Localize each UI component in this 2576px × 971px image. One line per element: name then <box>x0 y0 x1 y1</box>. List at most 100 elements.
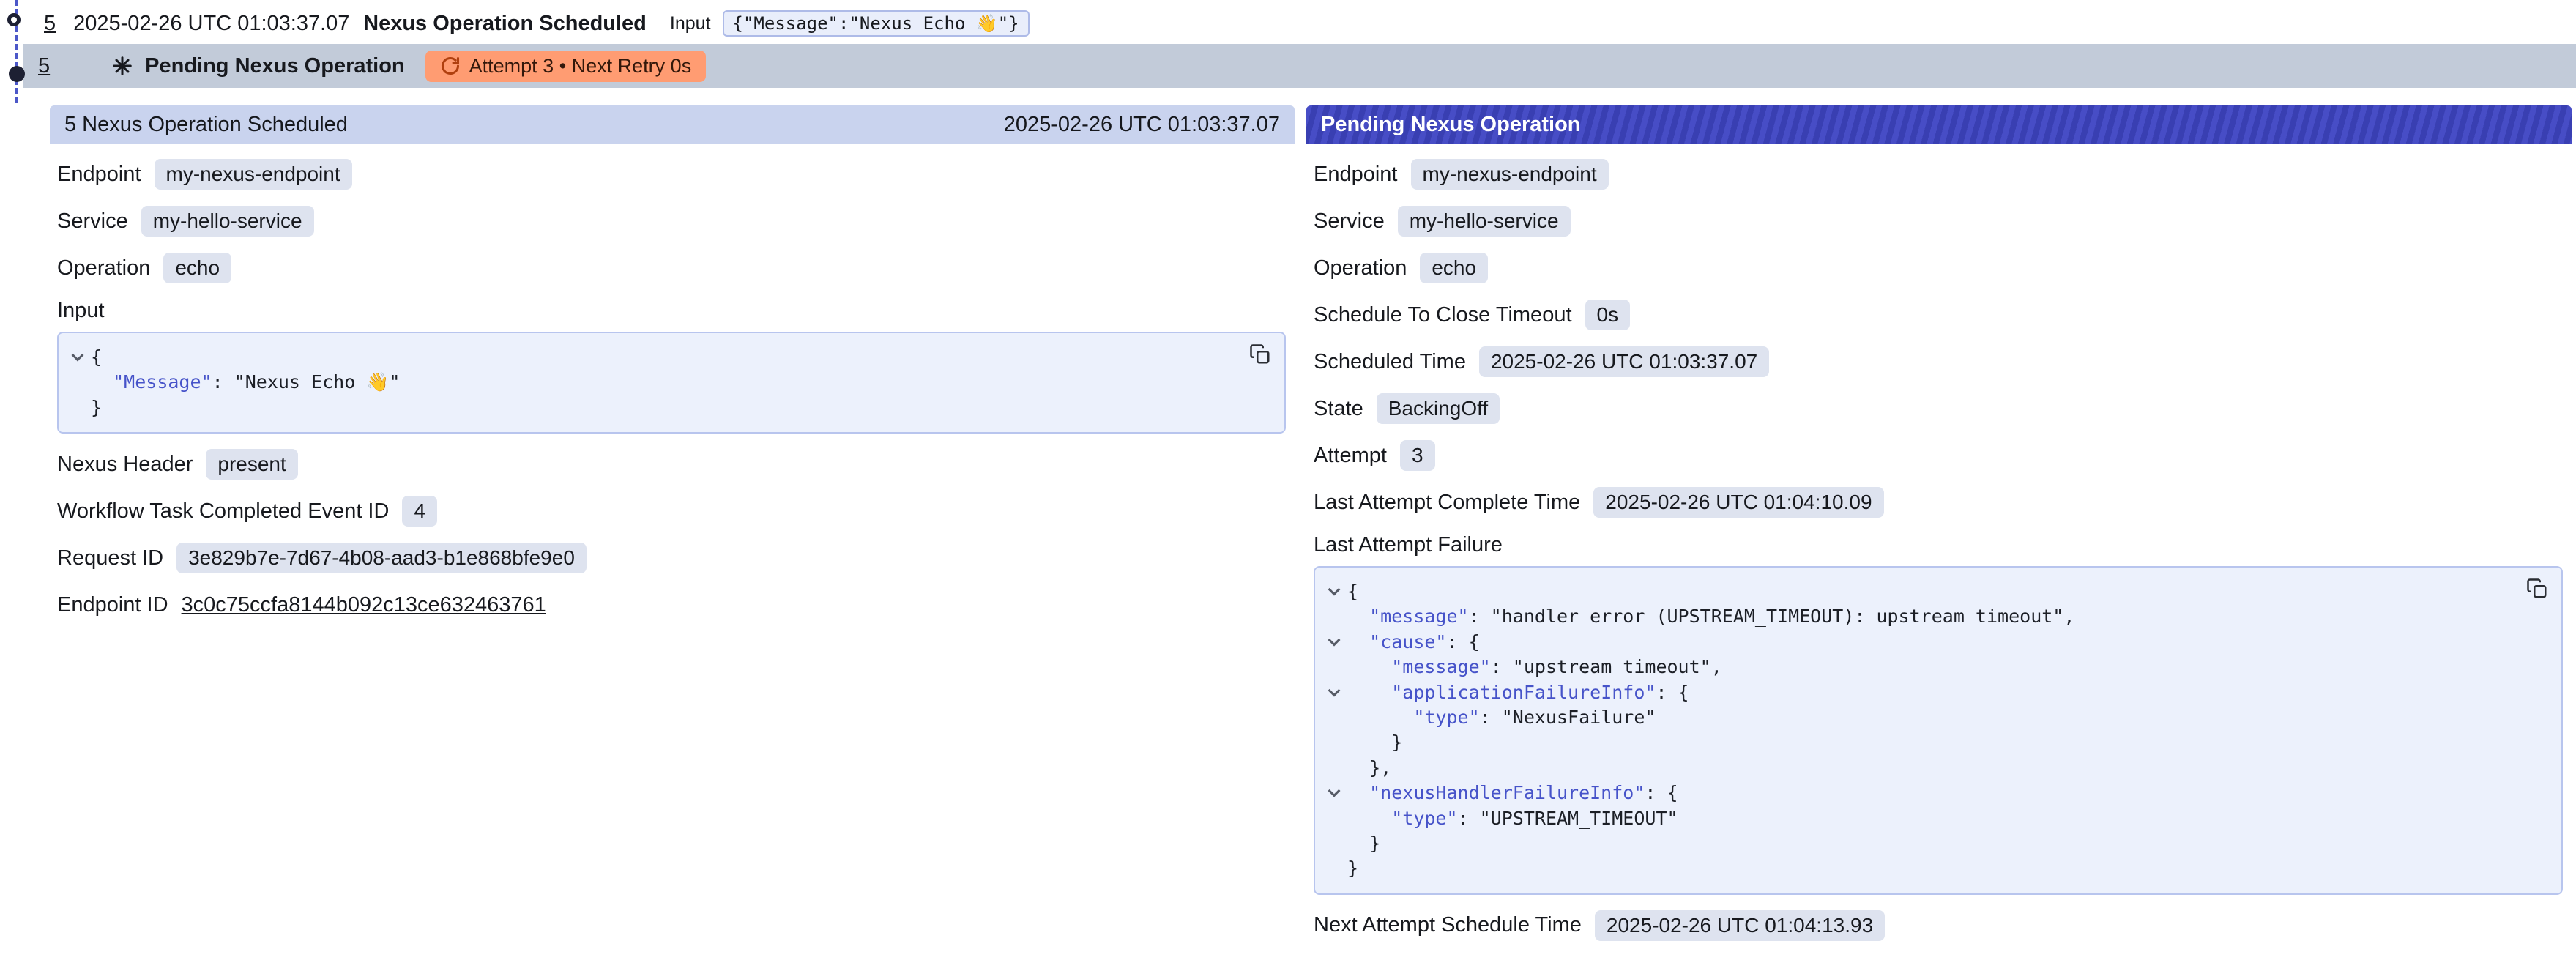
field-label: Operation <box>1314 256 1407 280</box>
code-line-text: }, <box>1347 756 1391 781</box>
event-title: Nexus Operation Scheduled <box>363 12 647 36</box>
last-attempt-failure-section-label: Last Attempt Failure <box>1314 533 2563 557</box>
field-endpoint: Endpoint my-nexus-endpoint <box>1314 158 2563 190</box>
field-label: Endpoint <box>1314 163 1398 187</box>
code-line-text: "applicationFailureInfo": { <box>1347 680 1689 705</box>
input-json-viewer: { "Message": "Nexus Echo 👋"} <box>57 332 1286 434</box>
field-value-badge: 3e829b7e-7d67-4b08-aad3-b1e868bfe9e0 <box>176 543 587 573</box>
field-value-badge: echo <box>1420 253 1488 283</box>
field-next-attempt-schedule-time: Next Attempt Schedule Time 2025-02-26 UT… <box>1314 909 2563 942</box>
field-label: Endpoint ID <box>57 593 168 617</box>
panel-nexus-operation-scheduled: 5 Nexus Operation Scheduled 2025-02-26 U… <box>50 105 1295 650</box>
field-service: Service my-hello-service <box>1314 205 2563 237</box>
retry-status-badge: Attempt 3 • Next Retry 0s <box>425 51 707 82</box>
field-label: Last Attempt Complete Time <box>1314 491 1580 515</box>
last-attempt-failure-json-viewer: { "message": "handler error (UPSTREAM_TI… <box>1314 566 2563 895</box>
panel-title: Pending Nexus Operation <box>1321 113 1581 137</box>
field-value-badge: BackingOff <box>1377 393 1500 424</box>
field-endpoint: Endpoint my-nexus-endpoint <box>57 158 1286 190</box>
field-value-badge: my-nexus-endpoint <box>155 159 352 190</box>
event-timestamp: 2025-02-26 UTC 01:03:37.07 <box>73 12 363 36</box>
field-label: Service <box>1314 209 1385 234</box>
code-line-gutter <box>1321 806 1347 831</box>
event-id-link[interactable]: 5 <box>44 12 56 36</box>
field-scheduled-time: Scheduled Time 2025-02-26 UTC 01:03:37.0… <box>1314 346 2563 378</box>
field-label: Next Attempt Schedule Time <box>1314 913 1582 937</box>
retry-icon <box>440 56 461 76</box>
code-line-text: } <box>91 395 102 420</box>
code-line-text: "message": "upstream timeout", <box>1347 655 1722 680</box>
field-value-badge: my-nexus-endpoint <box>1411 159 1609 190</box>
code-line-gutter <box>1321 781 1347 806</box>
field-schedule-to-close-timeout: Schedule To Close Timeout 0s <box>1314 299 2563 331</box>
copy-icon[interactable] <box>2526 578 2548 600</box>
field-attempt: Attempt 3 <box>1314 439 2563 472</box>
field-operation: Operation echo <box>57 252 1286 284</box>
input-section-label: Input <box>57 299 1286 323</box>
chevron-down-icon[interactable] <box>1328 684 1341 696</box>
field-label: Scheduled Time <box>1314 350 1466 374</box>
chevron-down-icon[interactable] <box>72 349 84 362</box>
code-line-text: { <box>91 345 102 370</box>
code-line-gutter <box>1321 680 1347 705</box>
event-timeline-gutter <box>3 0 29 103</box>
field-value-badge: 2025-02-26 UTC 01:03:37.07 <box>1479 346 1769 377</box>
code-line-text: "Message": "Nexus Echo 👋" <box>91 370 400 395</box>
field-label: Attempt <box>1314 444 1387 468</box>
field-value-badge: 3 <box>1400 440 1435 471</box>
code-line-gutter <box>1321 579 1347 604</box>
panel-body: Endpoint my-nexus-endpoint Service my-he… <box>1306 158 2572 971</box>
timeline-node-dot-icon <box>9 66 25 82</box>
pending-asterisk-icon <box>111 55 133 77</box>
field-operation: Operation echo <box>1314 252 2563 284</box>
event-detail-panels: 5 Nexus Operation Scheduled 2025-02-26 U… <box>50 105 2572 971</box>
code-line-gutter <box>1321 831 1347 856</box>
event-row-pending[interactable]: 5 Pending Nexus Operation Attempt 3 • Ne… <box>23 44 2576 88</box>
field-value-badge: present <box>206 449 297 480</box>
code-line-text: "nexusHandlerFailureInfo": { <box>1347 781 1678 806</box>
field-nexus-header: Nexus Header present <box>57 448 1286 480</box>
chevron-down-icon[interactable] <box>1328 634 1341 647</box>
timeline-node-circle-icon <box>7 13 21 26</box>
field-value-badge: 4 <box>402 496 437 527</box>
code-line-gutter <box>1321 705 1347 730</box>
event-id-link[interactable]: 5 <box>38 54 50 78</box>
panel-header: 5 Nexus Operation Scheduled 2025-02-26 U… <box>50 105 1295 144</box>
endpoint-id-link[interactable]: 3c0c75ccfa8144b092c13ce632463761 <box>182 593 546 617</box>
code-line-gutter <box>1321 630 1347 655</box>
event-row-scheduled[interactable]: 5 2025-02-26 UTC 01:03:37.07 Nexus Opera… <box>0 0 2576 44</box>
field-state: State BackingOff <box>1314 393 2563 425</box>
field-request-id: Request ID 3e829b7e-7d67-4b08-aad3-b1e86… <box>57 542 1286 574</box>
field-label: Request ID <box>57 546 163 570</box>
field-value-badge: my-hello-service <box>141 206 314 237</box>
field-endpoint-id: Endpoint ID 3c0c75ccfa8144b092c13ce63246… <box>57 589 1286 621</box>
retry-badge-label: Attempt 3 • Next Retry 0s <box>469 55 692 78</box>
code-line-gutter <box>1321 655 1347 680</box>
code-line-text: "type": "NexusFailure" <box>1347 705 1656 730</box>
panel-timestamp: 2025-02-26 UTC 01:03:37.07 <box>1004 113 1280 137</box>
field-last-attempt-complete-time: Last Attempt Complete Time 2025-02-26 UT… <box>1314 486 2563 518</box>
panel-title: 5 Nexus Operation Scheduled <box>64 113 348 137</box>
code-line-gutter <box>1321 856 1347 881</box>
copy-icon[interactable] <box>1249 343 1271 365</box>
event-title: Pending Nexus Operation <box>145 54 405 78</box>
field-workflow-task-completed-event-id: Workflow Task Completed Event ID 4 <box>57 495 1286 527</box>
code-line-text: } <box>1347 831 1380 856</box>
code-line-text: "type": "UPSTREAM_TIMEOUT" <box>1347 806 1678 831</box>
field-label: Endpoint <box>57 163 141 187</box>
panel-body: Endpoint my-nexus-endpoint Service my-he… <box>50 158 1295 650</box>
code-line-text: "cause": { <box>1347 630 1480 655</box>
field-value-badge: 0s <box>1585 300 1631 330</box>
code-line-gutter <box>1321 730 1347 755</box>
code-line-gutter <box>64 395 91 420</box>
field-label: Operation <box>57 256 150 280</box>
code-line-text: "message": "handler error (UPSTREAM_TIME… <box>1347 604 2074 629</box>
chevron-down-icon[interactable] <box>1328 584 1341 596</box>
panel-header: Pending Nexus Operation <box>1306 105 2572 144</box>
field-label: Schedule To Close Timeout <box>1314 303 1572 327</box>
field-value-badge: echo <box>163 253 231 283</box>
field-label: Workflow Task Completed Event ID <box>57 499 389 524</box>
input-label: Input <box>670 13 711 34</box>
chevron-down-icon[interactable] <box>1328 785 1341 797</box>
field-value-badge: 2025-02-26 UTC 01:04:13.93 <box>1595 910 1885 941</box>
